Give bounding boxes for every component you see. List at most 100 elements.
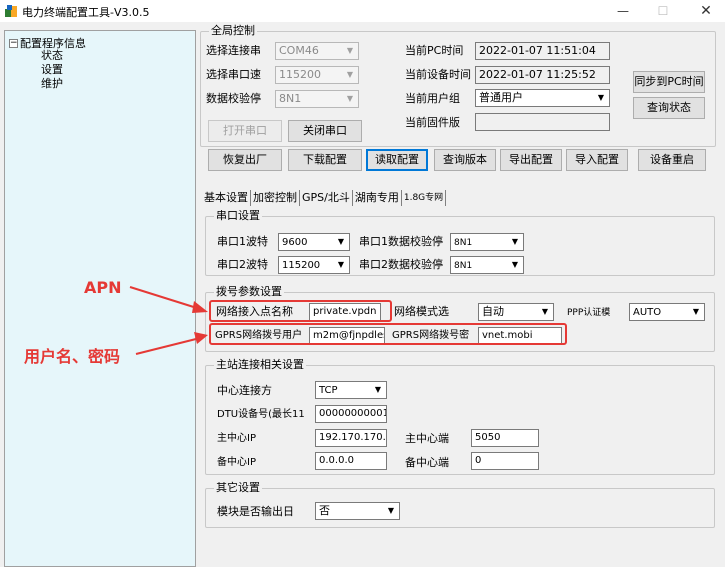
chevron-down-icon: ▼ [387, 506, 395, 515]
chevron-down-icon: ▼ [346, 70, 354, 79]
main-ip-input[interactable]: 192.170.170.8 [315, 429, 387, 447]
download-config-button[interactable]: 下载配置 [288, 149, 362, 171]
network-mode-label: 网络模式选 [394, 305, 449, 318]
port1-parity-label: 串口1数据校验停 [359, 235, 443, 248]
chevron-down-icon: ▼ [511, 237, 519, 246]
chevron-down-icon: ▼ [374, 385, 382, 394]
dtu-id-input[interactable]: 00000000001 [315, 405, 387, 423]
tab-basic[interactable]: 基本设置 [202, 190, 251, 206]
read-config-button[interactable]: 读取配置 [366, 149, 428, 171]
dtu-id-label: DTU设备号(最长11 [217, 409, 305, 420]
firmware-value [475, 113, 610, 131]
baud-select-value: 115200 [279, 68, 321, 81]
port2-parity-select[interactable]: 8N1 ▼ [450, 256, 524, 274]
backup-port-label: 备中心端 [405, 456, 449, 469]
group-title: 全局控制 [209, 24, 257, 37]
port-select[interactable]: COM46 ▼ [275, 42, 359, 60]
backup-ip-input[interactable]: 0.0.0.0 [315, 452, 387, 470]
apn-arrow-icon [129, 286, 208, 313]
chevron-down-icon: ▼ [511, 260, 519, 269]
port1-baud-value: 9600 [282, 237, 308, 248]
ppp-auth-label: PPP认证模 [567, 308, 611, 318]
network-mode-select[interactable]: 自动 ▼ [478, 303, 554, 321]
user-group-label: 当前用户组 [405, 92, 460, 105]
group-title: 拨号参数设置 [214, 285, 284, 298]
apn-highlight-box [209, 300, 392, 322]
device-time-label: 当前设备时间 [405, 68, 471, 81]
main-port-label: 主中心端 [405, 432, 449, 445]
port-select-value: COM46 [279, 44, 319, 57]
baud-select[interactable]: 115200 ▼ [275, 66, 359, 84]
main-ip-label: 主中心IP [217, 433, 256, 444]
log-output-select[interactable]: 否 ▼ [315, 502, 400, 520]
credentials-annotation-text: 用户名、密码 [24, 347, 121, 366]
parity-select[interactable]: 8N1 ▼ [275, 90, 359, 108]
credentials-highlight-box [209, 323, 567, 345]
chevron-down-icon: ▼ [337, 237, 345, 246]
close-port-button[interactable]: 关闭串口 [288, 120, 362, 142]
port1-parity-select[interactable]: 8N1 ▼ [450, 233, 524, 251]
chevron-down-icon: ▼ [346, 46, 354, 55]
export-config-button[interactable]: 导出配置 [500, 149, 562, 171]
user-group-select-value: 普通用户 [479, 91, 523, 104]
center-conn-select[interactable]: TCP ▼ [315, 381, 387, 399]
chevron-down-icon: ▼ [541, 307, 549, 316]
device-restart-button[interactable]: 设备重启 [638, 149, 706, 171]
query-status-button[interactable]: 查询状态 [633, 97, 705, 119]
firmware-label: 当前固件版 [405, 116, 460, 129]
chevron-down-icon: ▼ [692, 307, 700, 316]
ppp-auth-value: AUTO [633, 307, 662, 318]
settings-tabs: 基本设置 加密控制 GPS/北斗 湖南专用 1.8G专网 [202, 190, 447, 206]
chevron-down-icon: ▼ [337, 260, 345, 269]
center-conn-label: 中心连接方 [217, 384, 272, 397]
maximize-button[interactable]: ☐ [645, 2, 681, 20]
group-title: 其它设置 [214, 481, 262, 494]
tree-item-maintenance[interactable]: 维护 [41, 75, 63, 91]
minimize-button[interactable]: — [605, 2, 641, 20]
tab-private-network[interactable]: 1.8G专网 [402, 190, 447, 206]
collapse-icon[interactable]: − [9, 38, 18, 48]
port-label: 选择连接串 [206, 44, 261, 57]
import-config-button[interactable]: 导入配置 [566, 149, 628, 171]
tab-hunan[interactable]: 湖南专用 [353, 190, 402, 206]
group-title: 串口设置 [214, 209, 262, 222]
group-title: 主站连接相关设置 [214, 358, 306, 371]
log-output-value: 否 [319, 504, 330, 517]
chevron-down-icon: ▼ [597, 93, 605, 102]
sync-pc-time-button[interactable]: 同步到PC时间 [633, 71, 705, 93]
close-button[interactable]: ✕ [688, 2, 724, 20]
ppp-auth-select[interactable]: AUTO ▼ [629, 303, 705, 321]
port2-baud-label: 串口2波特 [217, 258, 268, 271]
pc-time-value: 2022-01-07 11:51:04 [475, 42, 610, 60]
baud-label: 选择串口速 [206, 68, 261, 81]
backup-port-input[interactable]: 0 [471, 452, 539, 470]
parity-select-value: 8N1 [279, 92, 302, 105]
factory-reset-button[interactable]: 恢复出厂 [208, 149, 282, 171]
apn-annotation-text: APN [84, 278, 122, 297]
port1-parity-value: 8N1 [454, 238, 473, 248]
network-mode-value: 自动 [482, 305, 504, 318]
port2-baud-select[interactable]: 115200 ▼ [278, 256, 350, 274]
center-conn-value: TCP [319, 385, 338, 396]
device-time-value: 2022-01-07 11:25:52 [475, 66, 610, 84]
pc-time-label: 当前PC时间 [405, 44, 464, 57]
port1-baud-select[interactable]: 9600 ▼ [278, 233, 350, 251]
window-title: 电力终端配置工具-V3.0.5 [22, 6, 150, 19]
credentials-arrow-icon [135, 332, 208, 355]
log-output-label: 模块是否输出日 [217, 505, 294, 518]
chevron-down-icon: ▼ [346, 94, 354, 103]
tab-gps[interactable]: GPS/北斗 [300, 190, 353, 206]
port2-baud-value: 115200 [282, 260, 321, 271]
backup-ip-label: 备中心IP [217, 457, 256, 468]
port2-parity-label: 串口2数据校验停 [359, 258, 443, 271]
port1-baud-label: 串口1波特 [217, 235, 268, 248]
open-port-button[interactable]: 打开串口 [208, 120, 282, 142]
query-version-button[interactable]: 查询版本 [434, 149, 496, 171]
parity-label: 数据校验停 [206, 92, 261, 105]
app-icon [5, 5, 17, 17]
tab-encryption[interactable]: 加密控制 [251, 190, 300, 206]
user-group-select[interactable]: 普通用户 ▼ [475, 89, 610, 107]
main-port-input[interactable]: 5050 [471, 429, 539, 447]
port2-parity-value: 8N1 [454, 261, 473, 271]
window-title-bar: 电力终端配置工具-V3.0.5 — ☐ ✕ [0, 0, 725, 22]
